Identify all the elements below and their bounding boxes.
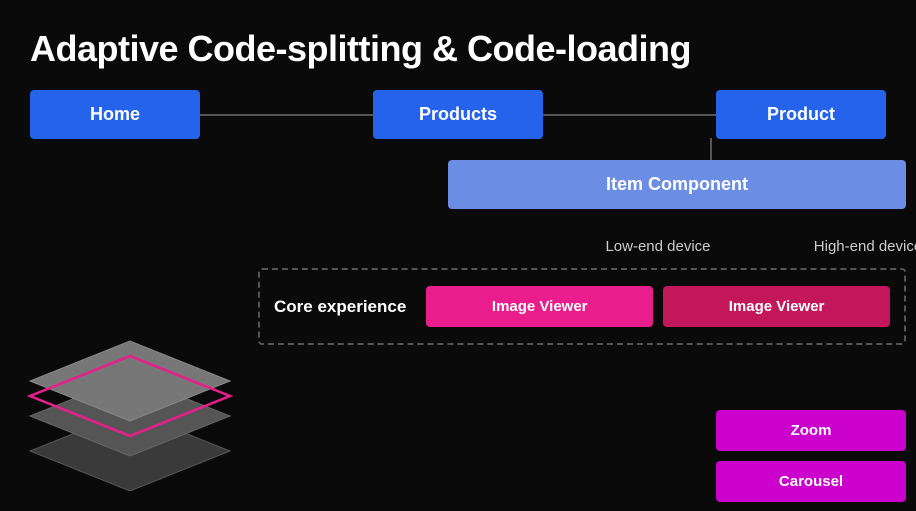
image-viewer-highend: Image Viewer <box>663 286 890 327</box>
item-component-box: Item Component <box>448 160 906 209</box>
layers-logo <box>20 311 240 491</box>
connector-products-product <box>543 114 716 116</box>
page-title: Adaptive Code-splitting & Code-loading <box>0 0 916 90</box>
zoom-box: Zoom <box>716 410 906 451</box>
devices-row: Image Viewer Image Viewer <box>426 286 890 327</box>
connector-product-item <box>710 138 712 160</box>
route-home: Home <box>30 90 200 139</box>
image-viewer-lowend: Image Viewer <box>426 286 653 327</box>
device-labels: Low-end device High-end device <box>448 238 906 255</box>
route-row: Home Products Product <box>30 90 886 139</box>
route-products: Products <box>373 90 543 139</box>
experience-section: Core experience Image Viewer Image Viewe… <box>258 268 906 345</box>
core-experience-label: Core experience <box>274 297 406 317</box>
diagram-area: Home Products Product Item Component Low… <box>0 90 916 511</box>
high-end-label: High-end device <box>768 238 916 255</box>
route-product: Product <box>716 90 886 139</box>
item-component-container: Item Component <box>448 160 906 209</box>
connector-home-products <box>200 114 373 116</box>
low-end-label: Low-end device <box>558 238 758 255</box>
highend-extras: Zoom Carousel <box>716 410 906 502</box>
carousel-box: Carousel <box>716 461 906 502</box>
